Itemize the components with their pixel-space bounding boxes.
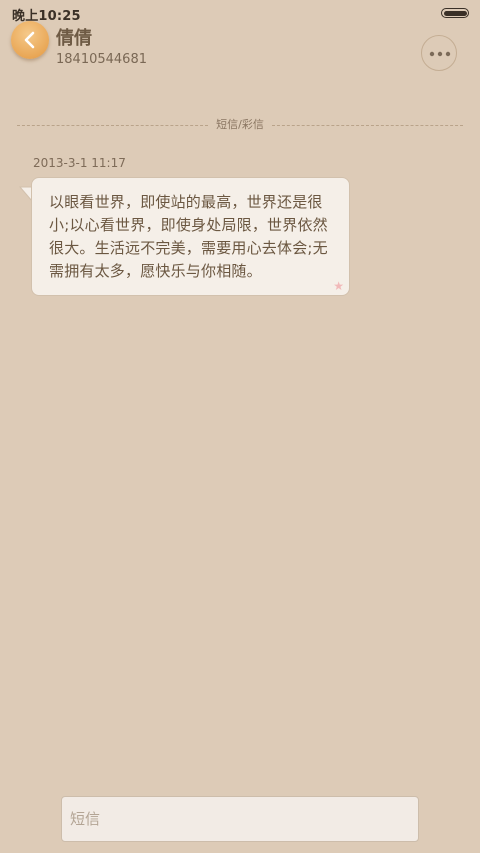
message-type-divider-label: 短信/彩信 bbox=[216, 118, 264, 131]
status-time: 晚上10:25 bbox=[12, 9, 81, 24]
more-dots-icon bbox=[429, 51, 451, 57]
divider-line-left bbox=[17, 125, 208, 126]
status-bar: 晚上10:25 bbox=[0, 0, 480, 26]
star-icon: ★ bbox=[333, 279, 344, 293]
back-button[interactable] bbox=[11, 21, 49, 59]
message-compose-input[interactable] bbox=[61, 796, 419, 842]
more-options-button[interactable] bbox=[421, 35, 457, 71]
message-text: 以眼看世界，即使站的最高，世界还是很小;以心看世界，即使身处局限，世界依然很大。… bbox=[49, 193, 328, 280]
divider-line-right bbox=[272, 125, 463, 126]
contact-number: 18410544681 bbox=[56, 52, 147, 67]
message-bubble[interactable]: 以眼看世界，即使站的最高，世界还是很小;以心看世界，即使身处局限，世界依然很大。… bbox=[31, 177, 350, 296]
chevron-left-icon bbox=[24, 31, 35, 49]
message-timestamp: 2013-3-1 11:17 bbox=[33, 156, 126, 170]
contact-name: 倩倩 bbox=[56, 28, 92, 49]
battery-level bbox=[443, 10, 467, 16]
battery-icon bbox=[441, 8, 469, 18]
